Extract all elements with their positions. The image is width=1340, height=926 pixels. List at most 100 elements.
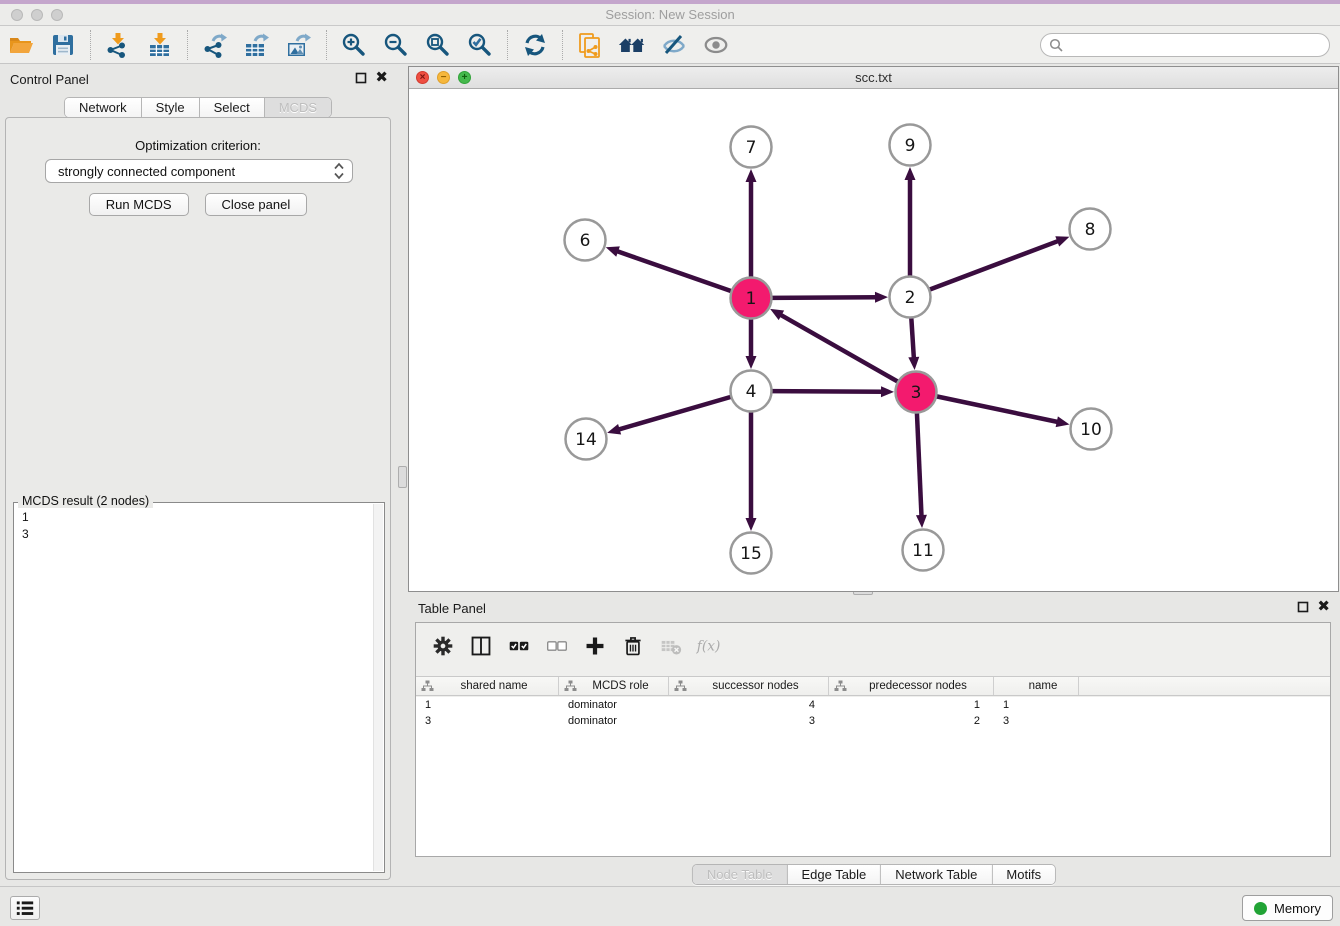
task-history-button[interactable] [10, 896, 40, 920]
table-row[interactable]: 1dominator411 [416, 697, 1330, 713]
edge-3-10[interactable] [936, 396, 1060, 422]
select-all-rows-icon[interactable] [506, 633, 532, 659]
table-tab-edge-table[interactable]: Edge Table [787, 865, 881, 884]
show-graphics-details-icon[interactable] [702, 31, 730, 59]
cell-name: 1 [994, 699, 1079, 711]
edge-arrowhead [1056, 416, 1070, 427]
graph-node-label-2: 2 [905, 288, 916, 308]
criterion-select-value: strongly connected component [58, 164, 334, 179]
float-panel-icon[interactable] [355, 72, 367, 84]
mcds-result-title: MCDS result (2 nodes) [18, 494, 153, 508]
cell-mcds-role: dominator [559, 699, 669, 711]
titlebar: Session: New Session [0, 0, 1340, 26]
edge-1-6[interactable] [615, 251, 731, 292]
zoom-selected-icon[interactable] [466, 31, 494, 59]
cell-predecessor-nodes: 2 [829, 715, 994, 727]
attribute-tree-icon [564, 680, 577, 692]
cell-shared-name: 1 [416, 699, 559, 711]
search-box[interactable] [1040, 33, 1330, 57]
close-table-panel-icon[interactable]: ✖ [1317, 601, 1330, 613]
edge-arrowhead [916, 515, 927, 528]
unselect-all-rows-icon[interactable] [544, 633, 570, 659]
export-image-icon[interactable] [285, 31, 313, 59]
close-panel-button[interactable]: Close panel [205, 193, 308, 216]
save-session-icon[interactable] [49, 31, 77, 59]
table-toolbar: f(x) [416, 623, 1330, 668]
tab-network[interactable]: Network [65, 98, 142, 117]
column-header-successor-nodes[interactable]: successor nodes [669, 677, 829, 695]
open-session-icon[interactable] [7, 31, 35, 59]
criterion-select[interactable]: strongly connected component [45, 159, 353, 183]
zoom-out-icon[interactable] [382, 31, 410, 59]
search-input[interactable] [1068, 36, 1329, 54]
window-title: Session: New Session [0, 7, 1340, 22]
fit-content-icon[interactable] [424, 31, 452, 59]
mcds-result-line: 3 [22, 526, 376, 543]
column-header-mcds-role[interactable]: MCDS role [559, 677, 669, 695]
delete-rows-icon[interactable] [620, 633, 646, 659]
toggle-columns-icon[interactable] [468, 633, 494, 659]
main-toolbar [0, 26, 1340, 64]
function-builder-icon: f(x) [696, 633, 722, 659]
memory-label: Memory [1274, 901, 1321, 916]
table-panel: Table Panel ✖ f(x) shared nameMCDS roles… [408, 595, 1340, 886]
refresh-view-icon[interactable] [521, 31, 549, 59]
edge-4-14[interactable] [617, 397, 732, 430]
network-graph[interactable]: 1234678910111415 [409, 89, 1338, 591]
tab-style[interactable]: Style [142, 98, 200, 117]
import-network-icon[interactable] [104, 31, 132, 59]
attribute-tree-icon [421, 680, 434, 692]
edge-arrowhead [746, 356, 757, 369]
edge-3-1[interactable] [779, 314, 898, 382]
zoom-in-icon[interactable] [340, 31, 368, 59]
status-bar: Memory [0, 886, 1340, 926]
close-panel-icon[interactable]: ✖ [375, 72, 388, 84]
edge-2-8[interactable] [929, 240, 1060, 289]
table-tab-node-table[interactable]: Node Table [693, 865, 788, 884]
node-table-container: f(x) shared nameMCDS rolesuccessor nodes… [415, 622, 1331, 857]
edge-4-3[interactable] [771, 391, 884, 392]
float-table-panel-icon[interactable] [1297, 601, 1309, 613]
graph-node-label-11: 11 [912, 541, 934, 561]
attribute-tree-icon [834, 680, 847, 692]
edge-3-11[interactable] [917, 412, 922, 518]
hide-graphics-details-icon[interactable] [660, 31, 688, 59]
network-view-window: × − + scc.txt 1234678910111415 [408, 66, 1339, 592]
network-canvas[interactable]: 1234678910111415 [409, 89, 1338, 591]
cell-name: 3 [994, 715, 1079, 727]
table-tab-motifs[interactable]: Motifs [992, 865, 1055, 884]
memory-button[interactable]: Memory [1242, 895, 1333, 921]
edge-arrowhead [905, 167, 916, 180]
home-view-icon[interactable] [618, 31, 646, 59]
export-network-icon[interactable] [201, 31, 229, 59]
column-header-shared-name[interactable]: shared name [416, 677, 559, 695]
cell-predecessor-nodes: 1 [829, 699, 994, 711]
toolbar-separator [562, 30, 563, 60]
edge-1-2[interactable] [771, 297, 878, 298]
vertical-splitter-handle[interactable] [398, 466, 407, 488]
graph-node-label-15: 15 [740, 544, 762, 564]
result-scrollbar[interactable] [373, 504, 383, 871]
graph-node-label-7: 7 [746, 138, 757, 158]
add-row-icon[interactable] [582, 633, 608, 659]
column-header-predecessor-nodes[interactable]: predecessor nodes [829, 677, 994, 695]
import-table-icon[interactable] [146, 31, 174, 59]
export-table-icon[interactable] [243, 31, 271, 59]
run-mcds-button[interactable]: Run MCDS [89, 193, 189, 216]
network-window-title: scc.txt [409, 70, 1338, 85]
edge-2-3[interactable] [911, 317, 914, 360]
mcds-result-line: 1 [22, 509, 376, 526]
memory-status-icon [1254, 902, 1267, 915]
network-from-file-icon[interactable] [576, 31, 604, 59]
edge-arrowhead [881, 386, 894, 397]
mcds-tab-content: Optimization criterion: strongly connect… [5, 117, 391, 880]
column-header-name[interactable]: name [994, 677, 1079, 695]
search-icon [1049, 38, 1063, 52]
table-settings-icon[interactable] [430, 633, 456, 659]
tab-select[interactable]: Select [200, 98, 265, 117]
table-tab-network-table[interactable]: Network Table [881, 865, 992, 884]
graph-node-label-10: 10 [1080, 420, 1102, 440]
table-row[interactable]: 3dominator323 [416, 713, 1330, 729]
tab-mcds[interactable]: MCDS [265, 98, 331, 117]
attribute-tree-icon [674, 680, 687, 692]
